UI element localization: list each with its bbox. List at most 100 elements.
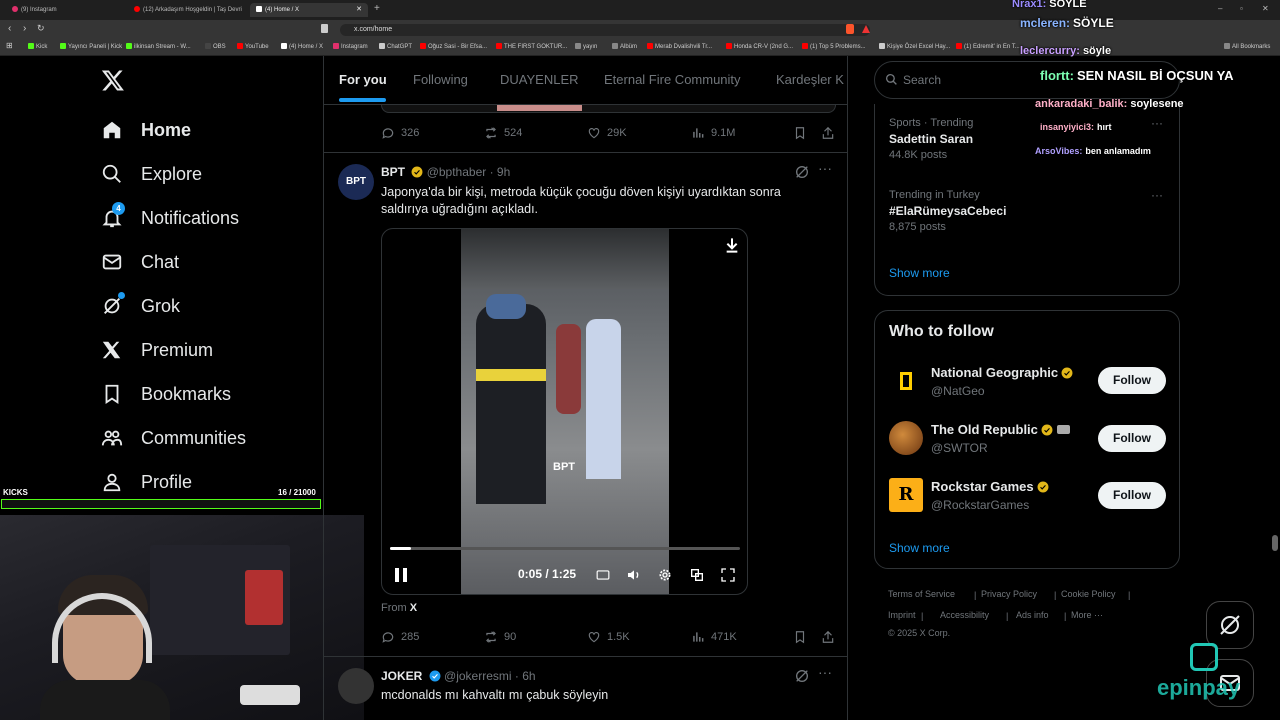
- trend-more-icon[interactable]: ···: [1151, 188, 1163, 202]
- share-button[interactable]: [821, 630, 841, 644]
- bookmark-item[interactable]: Instagram: [333, 43, 368, 50]
- bookmark-item[interactable]: (4) Home / X: [281, 43, 323, 50]
- suggestion-user[interactable]: Rockstar Games @RockstarGames: [931, 479, 1049, 512]
- forward-icon[interactable]: ›: [23, 23, 26, 34]
- bookmark-item[interactable]: Kişiye Özel Excel Hay...: [879, 43, 950, 50]
- footer-link[interactable]: Privacy Policy: [981, 589, 1037, 599]
- footer-link[interactable]: Cookie Policy: [1061, 589, 1116, 599]
- url-field[interactable]: x.com/home: [340, 24, 870, 36]
- apps-grid-icon[interactable]: ⊞: [6, 41, 13, 50]
- bookmark-item[interactable]: Honda CR-V (2nd G...: [726, 43, 793, 50]
- author-avatar[interactable]: [338, 668, 374, 704]
- nav-item-home[interactable]: Home: [100, 115, 191, 145]
- views-button[interactable]: 471K: [691, 630, 737, 644]
- reload-icon[interactable]: ↻: [37, 23, 45, 34]
- tab-karde-ler-k[interactable]: Kardeşler K: [776, 72, 844, 87]
- bookmark-page-icon[interactable]: [321, 24, 328, 33]
- nav-item-chat[interactable]: Chat: [100, 247, 179, 277]
- bookmark-item[interactable]: (1) Top 5 Problems...: [802, 43, 866, 50]
- bookmark-item[interactable]: ChatGPT: [379, 43, 412, 50]
- repost-button[interactable]: 90: [484, 630, 516, 644]
- bookmark-button[interactable]: [793, 126, 813, 140]
- grok-icon[interactable]: [794, 668, 810, 689]
- minimize-icon[interactable]: –: [1218, 4, 1222, 13]
- bookmark-item[interactable]: Yayıncı Paneli | Kick: [60, 43, 122, 50]
- footer-link[interactable]: Terms of Service: [888, 589, 955, 599]
- post-time[interactable]: · 6h: [515, 669, 536, 683]
- show-more-link[interactable]: Show more: [889, 541, 950, 555]
- nav-item-premium[interactable]: Premium: [100, 335, 213, 365]
- pause-icon[interactable]: [394, 567, 408, 588]
- reply-button[interactable]: 326: [381, 126, 419, 140]
- bookmark-item[interactable]: ilkinsan Stream - W...: [126, 43, 191, 50]
- trend-more-icon[interactable]: ···: [1151, 116, 1163, 130]
- follow-button[interactable]: Follow: [1098, 482, 1166, 509]
- like-button[interactable]: 1.5K: [587, 630, 630, 644]
- scrollbar-thumb[interactable]: [1272, 535, 1278, 551]
- settings-icon[interactable]: [657, 567, 673, 588]
- browser-tab[interactable]: (12) Arkadaşım Hoşgeldin | Taş Devri: [128, 3, 246, 17]
- new-tab-icon[interactable]: +: [374, 3, 380, 14]
- footer-link[interactable]: Ads info: [1016, 610, 1049, 620]
- repost-button[interactable]: 524: [484, 126, 522, 140]
- nav-item-bookmarks[interactable]: Bookmarks: [100, 379, 231, 409]
- close-tab-icon[interactable]: ✕: [356, 5, 362, 13]
- grok-icon[interactable]: [794, 164, 810, 185]
- brave-shield-icon[interactable]: [846, 24, 854, 34]
- bookmark-item[interactable]: THE FIRST GOKTUR...: [496, 43, 567, 50]
- trend-item[interactable]: Trending in Turkey #ElaRümeysaCebeci 8,8…: [889, 189, 1006, 233]
- footer-link[interactable]: Imprint: [888, 610, 916, 620]
- nav-item-communities[interactable]: Communities: [100, 423, 246, 453]
- tab-following[interactable]: Following: [413, 72, 468, 87]
- bookmark-item[interactable]: OBS: [205, 43, 226, 50]
- show-more-link[interactable]: Show more: [889, 266, 950, 280]
- swtor-avatar[interactable]: [889, 421, 923, 455]
- post-time[interactable]: · 9h: [490, 165, 511, 179]
- tab-duayenler[interactable]: DUAYENLER: [500, 72, 579, 87]
- author-avatar[interactable]: BPT: [338, 164, 374, 200]
- fullscreen-icon[interactable]: [720, 567, 736, 588]
- nav-item-grok[interactable]: Grok: [100, 291, 180, 321]
- bookmark-item[interactable]: Oğuz Sasi - Bir Efsa...: [420, 43, 487, 50]
- follow-button[interactable]: Follow: [1098, 425, 1166, 452]
- picture-in-picture-icon[interactable]: [689, 567, 705, 588]
- tab-eternal-fire-community[interactable]: Eternal Fire Community: [604, 72, 741, 87]
- author-name[interactable]: BPT: [381, 165, 405, 179]
- natgeo-avatar[interactable]: [889, 364, 923, 398]
- bookmark-item[interactable]: Albüm: [612, 43, 637, 50]
- nav-item-notifications[interactable]: 4 Notifications: [100, 202, 239, 233]
- share-button[interactable]: [821, 126, 841, 140]
- trend-item[interactable]: Sports · Trending Sadettin Saran 44.8K p…: [889, 117, 973, 161]
- suggestion-user[interactable]: The Old Republic @SWTOR: [931, 422, 1070, 455]
- captions-icon[interactable]: [596, 568, 610, 587]
- x-logo-icon[interactable]: [101, 68, 125, 97]
- footer-link[interactable]: Accessibility: [940, 610, 989, 620]
- reply-button[interactable]: 285: [381, 630, 419, 644]
- bookmark-item[interactable]: (1) Edremit' in En T...: [956, 43, 1020, 50]
- maximize-icon[interactable]: ▫: [1240, 4, 1243, 13]
- author-name[interactable]: JOKER: [381, 669, 422, 683]
- close-window-icon[interactable]: ✕: [1262, 4, 1269, 13]
- like-button[interactable]: 29K: [587, 126, 627, 140]
- browser-tab[interactable]: (9) Instagram: [6, 3, 126, 17]
- nav-item-explore[interactable]: Explore: [100, 159, 202, 189]
- bookmark-item[interactable]: YouTube: [237, 43, 269, 50]
- video-scrubber[interactable]: [390, 547, 740, 550]
- bookmark-item[interactable]: Kick: [28, 43, 47, 50]
- views-button[interactable]: 9.1M: [691, 126, 735, 140]
- more-options-icon[interactable]: ···: [818, 664, 832, 680]
- rockstar-logo-icon[interactable]: R: [889, 478, 923, 512]
- bookmark-button[interactable]: [793, 630, 813, 644]
- bookmark-item[interactable]: yayın: [575, 43, 597, 50]
- video-player[interactable]: BPT 0:05 / 1:25: [381, 228, 748, 595]
- more-options-icon[interactable]: ···: [818, 160, 832, 176]
- back-icon[interactable]: ‹: [8, 23, 11, 34]
- grok-fab[interactable]: [1206, 601, 1254, 649]
- tab-for-you[interactable]: For you: [339, 72, 387, 87]
- footer-link[interactable]: More ···: [1071, 610, 1103, 620]
- author-handle[interactable]: @bpthaber: [427, 165, 487, 179]
- brave-rewards-icon[interactable]: [862, 25, 870, 33]
- browser-tab-active[interactable]: (4) Home / X ✕: [250, 3, 368, 17]
- author-handle[interactable]: @jokerresmi: [444, 669, 512, 683]
- download-icon[interactable]: [724, 237, 740, 258]
